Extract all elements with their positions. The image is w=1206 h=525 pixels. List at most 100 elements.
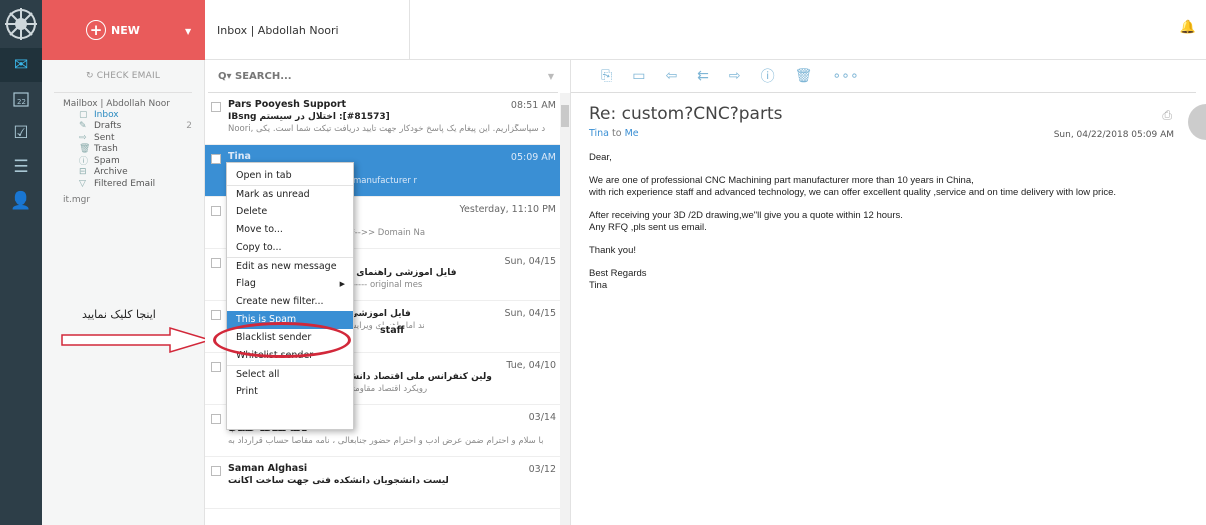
message-date: 08:51 AM [510, 100, 556, 111]
sent-icon: ⇨ [79, 132, 87, 143]
menu-item-move-to[interactable]: Move to... [227, 221, 353, 239]
table-row[interactable]: Saman Alghasi 03/12 لیست دانشجویان دانشکده… [205, 457, 570, 509]
message-preview: د سپاسگزاریم. این پیغام یک پاسخ خودکار ج… [228, 124, 546, 134]
reply-icon[interactable]: ⇦ [665, 68, 677, 84]
menu-item-label: Copy to... [236, 242, 282, 253]
folder-label: Sent [94, 132, 115, 143]
folder-label: Drafts [94, 121, 122, 132]
archive-icon[interactable]: ⎘ [601, 68, 612, 84]
drafts-icon: ✎ [79, 121, 87, 132]
folder-item-spam[interactable]: ⓘ Spam [42, 155, 204, 168]
alert-icon[interactable]: ⓘ [761, 66, 775, 86]
menu-item-flag[interactable]: Flag ▶ [227, 275, 353, 293]
plus-icon: + [86, 20, 106, 40]
mail-icon[interactable]: ✉ [0, 48, 42, 82]
message-date: Sun, 04/22/2018 05:09 AM [1053, 130, 1174, 140]
menu-item-copy-to[interactable]: Copy to... [227, 239, 353, 257]
menu-item-delete[interactable]: Delete [227, 203, 353, 221]
logo [0, 0, 42, 48]
menu-item-label: Flag [236, 278, 256, 289]
body-paragraph: Thank you! [589, 245, 636, 256]
folder-item-trash[interactable]: 🗑 Trash [42, 144, 204, 156]
tasks-icon[interactable]: ☑ [0, 116, 42, 150]
message-date: Yesterday, 11:10 PM [459, 204, 556, 215]
tab-title: Inbox | Abdollah Noori [217, 23, 339, 37]
menu-item-edit-as-new-message[interactable]: Edit as new message [227, 257, 353, 275]
message-subject: لیست دانشجویان دانشکده فنی جهت ساخت اکان… [228, 476, 449, 486]
new-button-label: NEW [111, 23, 140, 37]
folder-count: 2 [186, 121, 192, 132]
print-icon[interactable]: ⎙ [1162, 108, 1172, 123]
row-checkbox[interactable] [211, 310, 221, 320]
second-from-fragment: staff [380, 325, 405, 336]
menu-item-select-all[interactable]: Select all [227, 365, 353, 383]
folder-pane: ↻ CHECK EMAIL Mailbox | Abdollah Noor ▢ I… [42, 60, 205, 525]
highlight-oval [213, 322, 351, 358]
folder-item-inbox[interactable]: ▢ Inbox [42, 109, 204, 121]
chevron-down-icon[interactable]: ▼ [185, 27, 191, 36]
account-label: it.mgr [63, 194, 91, 205]
bell-icon[interactable]: 🔔 [1180, 20, 1196, 35]
menu-item-print[interactable]: Print [227, 383, 353, 401]
reply-all-icon[interactable]: ⇇ [697, 68, 709, 84]
contacts-icon[interactable]: 👤 [0, 184, 42, 218]
menu-item-label: Create new filter... [236, 296, 324, 307]
more-icon[interactable]: ∘∘∘ [832, 68, 858, 84]
menu-item-label: Print [236, 386, 258, 397]
recipient-name[interactable]: Me [625, 128, 639, 139]
folder-item-drafts[interactable]: ✎ Drafts 2 [42, 121, 204, 133]
menu-item-mark-as-unread[interactable]: Mark as unread [227, 185, 353, 203]
row-checkbox[interactable] [211, 154, 221, 164]
message-date: 03/14 [528, 412, 556, 423]
check-email-label: CHECK EMAIL [96, 71, 161, 81]
chevron-down-icon[interactable]: ▼ [548, 72, 554, 81]
table-row[interactable]: Pars Pooyesh Support 08:51 AM [#81573]: اخ… [205, 93, 570, 145]
message-from: Tina to Me [589, 128, 639, 139]
body-paragraph: Dear, [589, 152, 612, 163]
message-body: Dear, We are one of professional CNC Mach… [589, 152, 1189, 303]
trash-icon[interactable]: 🗑 [795, 68, 813, 84]
message-date: 05:09 AM [510, 152, 556, 163]
top-bar: + NEW ▼ Inbox | Abdollah Noori 🔔 [42, 0, 1206, 60]
folder-label: Trash [94, 144, 118, 155]
body-paragraph: After receiving your 3D /2D drawing,we"l… [589, 210, 903, 233]
menu-item-label: Move to... [236, 224, 283, 235]
folder-label: Filtered Email [94, 178, 156, 189]
folder-item-filtered-email[interactable]: ▽ Filtered Email [42, 178, 204, 190]
annotation-text: اینجا کلیک نمایید [82, 308, 156, 321]
forward-icon[interactable]: ⇨ [729, 68, 741, 84]
row-checkbox[interactable] [211, 414, 221, 424]
folder-item-archive[interactable]: ⊟ Archive [42, 167, 204, 179]
menu-item-open-in-tab[interactable]: Open in tab [227, 167, 353, 185]
scrollbar-thumb[interactable] [561, 105, 569, 127]
archive-icon: ⊟ [79, 167, 87, 178]
body-paragraph: We are one of professional CNC Machining… [589, 175, 1117, 198]
message-date: Sun, 04/15 [504, 308, 557, 319]
scrollbar[interactable] [560, 93, 570, 525]
tab-inbox[interactable]: Inbox | Abdollah Noori [205, 0, 410, 60]
reading-pane: ⎘ ▭ ⇦ ⇇ ⇨ ⓘ 🗑 ∘∘∘ Re: custom?CNC?parts T… [571, 60, 1206, 525]
new-button[interactable]: + NEW ▼ [42, 0, 205, 60]
row-checkbox[interactable] [211, 362, 221, 372]
search-placeholder: SEARCH... [235, 70, 292, 82]
body-paragraph: Best Regards Tina [589, 268, 647, 291]
folder-icon[interactable]: ▭ [632, 68, 645, 84]
folder-item-sent[interactable]: ⇨ Sent [42, 132, 204, 144]
mailbox-title: Mailbox | Abdollah Noor [63, 99, 170, 109]
search-input[interactable]: Q▾ SEARCH... ▼ [208, 60, 558, 93]
notes-icon[interactable]: ☰ [0, 150, 42, 184]
chevron-right-icon: ▶ [339, 280, 345, 288]
filter-icon: ▽ [79, 178, 86, 189]
row-checkbox[interactable] [211, 206, 221, 216]
check-email-button[interactable]: ↻ CHECK EMAIL [54, 60, 192, 93]
row-checkbox[interactable] [211, 258, 221, 268]
row-checkbox[interactable] [211, 466, 221, 476]
menu-item-create-new-filter[interactable]: Create new filter... [227, 293, 353, 311]
spam-icon: ⓘ [79, 157, 89, 168]
sender-name[interactable]: Tina [589, 128, 609, 139]
calendar-icon[interactable]: 22 [0, 82, 42, 116]
row-checkbox[interactable] [211, 102, 221, 112]
folder-label: Archive [94, 167, 128, 178]
message-preview: با سلام و احترام ضمن عرض ادب و احترام حض… [228, 436, 544, 446]
app-icon-bar: ✉ 22 ☑ ☰ 👤 [0, 0, 42, 525]
